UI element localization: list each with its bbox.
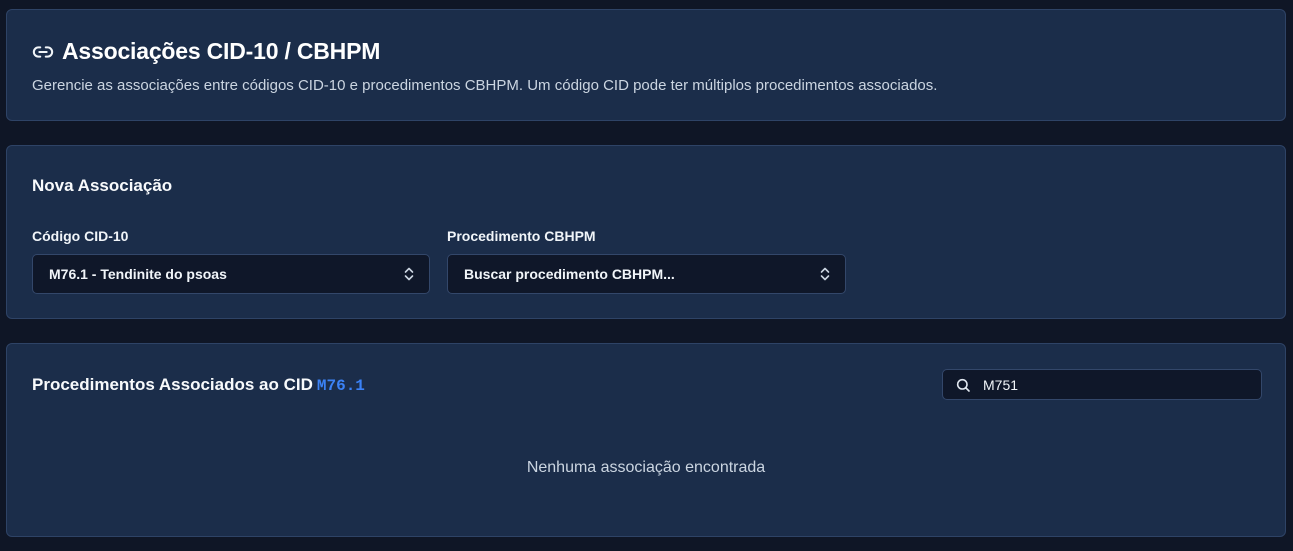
cid-select[interactable]: M76.1 - Tendinite do psoas xyxy=(32,254,430,294)
search-icon xyxy=(955,377,971,393)
procedure-select-placeholder: Buscar procedimento CBHPM... xyxy=(464,266,675,282)
search-box[interactable] xyxy=(942,369,1262,400)
header-card: Associações CID-10 / CBHPM Gerencie as a… xyxy=(6,9,1286,121)
procedure-select[interactable]: Buscar procedimento CBHPM... xyxy=(447,254,846,294)
associated-procedures-card: Procedimentos Associados ao CID M76.1 Ne… xyxy=(6,343,1286,537)
new-association-card: Nova Associação Código CID-10 M76.1 - Te… xyxy=(6,145,1286,319)
new-association-title: Nova Associação xyxy=(32,176,173,195)
page-description: Gerencie as associações entre códigos CI… xyxy=(32,77,938,94)
associated-title-text: Procedimentos Associados ao CID xyxy=(32,375,313,394)
procedure-field-label: Procedimento CBHPM xyxy=(447,228,596,244)
title-row: Associações CID-10 / CBHPM xyxy=(32,38,380,65)
cid-select-value: M76.1 - Tendinite do psoas xyxy=(49,266,227,282)
page-title: Associações CID-10 / CBHPM xyxy=(62,38,381,64)
chevron-up-down-icon xyxy=(403,266,415,282)
cid-code-badge: M76.1 xyxy=(316,377,365,395)
search-input[interactable] xyxy=(983,376,1253,393)
associated-procedures-title: Procedimentos Associados ao CID M76.1 xyxy=(32,375,365,395)
chevron-up-down-icon xyxy=(819,266,831,282)
empty-state-message: Nenhuma associação encontrada xyxy=(526,459,766,476)
cid-field-label: Código CID-10 xyxy=(32,228,129,244)
link-icon xyxy=(32,41,54,63)
